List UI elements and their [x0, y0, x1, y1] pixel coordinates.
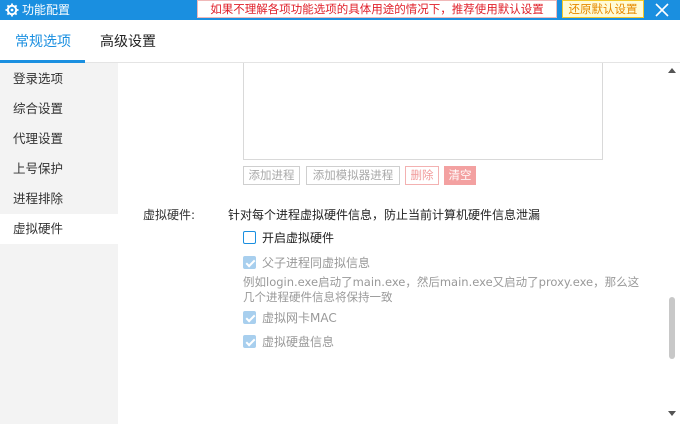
- add-emulator-process-button[interactable]: 添加模拟器进程: [306, 166, 400, 185]
- title-bar: 功能配置 如果不理解各项功能选项的具体用途的情况下，推荐使用默认设置 还原默认设…: [0, 0, 680, 20]
- delete-button[interactable]: 删除: [405, 166, 439, 185]
- scroll-up-arrow-icon[interactable]: [668, 68, 676, 73]
- sidebar-item-login-protection[interactable]: 上号保护: [0, 154, 118, 184]
- virtual-hardware-label: 虚拟硬件:: [143, 208, 196, 222]
- checkbox-box[interactable]: [243, 256, 256, 269]
- sidebar-item-general-settings[interactable]: 综合设置: [0, 94, 118, 124]
- scroll-down-arrow-icon[interactable]: [668, 411, 676, 416]
- add-process-button[interactable]: 添加进程: [243, 166, 300, 185]
- checkbox-box[interactable]: [243, 335, 256, 348]
- process-list[interactable]: [243, 63, 603, 160]
- scrollbar-thumb[interactable]: [669, 297, 675, 359]
- settings-gear-icon: [5, 3, 19, 17]
- sidebar-item-process-exclusion[interactable]: 进程排除: [0, 184, 118, 214]
- checkbox-label: 虚拟硬盘信息: [262, 335, 335, 349]
- checkbox-label: 虚拟网卡MAC: [262, 311, 337, 325]
- sidebar-item-proxy-settings[interactable]: 代理设置: [0, 124, 118, 154]
- checkbox-label: 父子进程同虚拟信息: [262, 256, 371, 270]
- clear-button[interactable]: 清空: [444, 166, 476, 185]
- checkbox-box[interactable]: [243, 231, 256, 244]
- restore-defaults-button[interactable]: 还原默认设置: [562, 0, 644, 18]
- main-content: 添加进程 添加模拟器进程 删除 清空 虚拟硬件: 针对每个进程虚拟硬件信息，防止…: [118, 63, 680, 424]
- vertical-scrollbar[interactable]: [664, 63, 680, 424]
- tab-advanced-settings[interactable]: 高级设置: [100, 33, 156, 51]
- tab-bar: 常规选项 高级设置: [0, 20, 680, 63]
- sidebar-item-login-options[interactable]: 登录选项: [0, 64, 118, 94]
- default-settings-warning: 如果不理解各项功能选项的具体用途的情况下，推荐使用默认设置: [197, 0, 557, 18]
- sidebar: 登录选项 综合设置 代理设置 上号保护 进程排除 虚拟硬件: [0, 63, 118, 424]
- sidebar-item-virtual-hardware[interactable]: 虚拟硬件: [0, 214, 118, 244]
- parent-child-explanation: 例如login.exe启动了main.exe，然后main.exe又启动了pro…: [243, 275, 640, 304]
- close-icon[interactable]: [653, 1, 671, 19]
- checkbox-box[interactable]: [243, 311, 256, 324]
- checkbox-label: 开启虚拟硬件: [262, 231, 335, 245]
- window-title: 功能配置: [22, 3, 71, 17]
- virtual-hardware-description: 针对每个进程虚拟硬件信息，防止当前计算机硬件信息泄漏: [228, 208, 541, 222]
- tab-general-options[interactable]: 常规选项: [15, 33, 71, 51]
